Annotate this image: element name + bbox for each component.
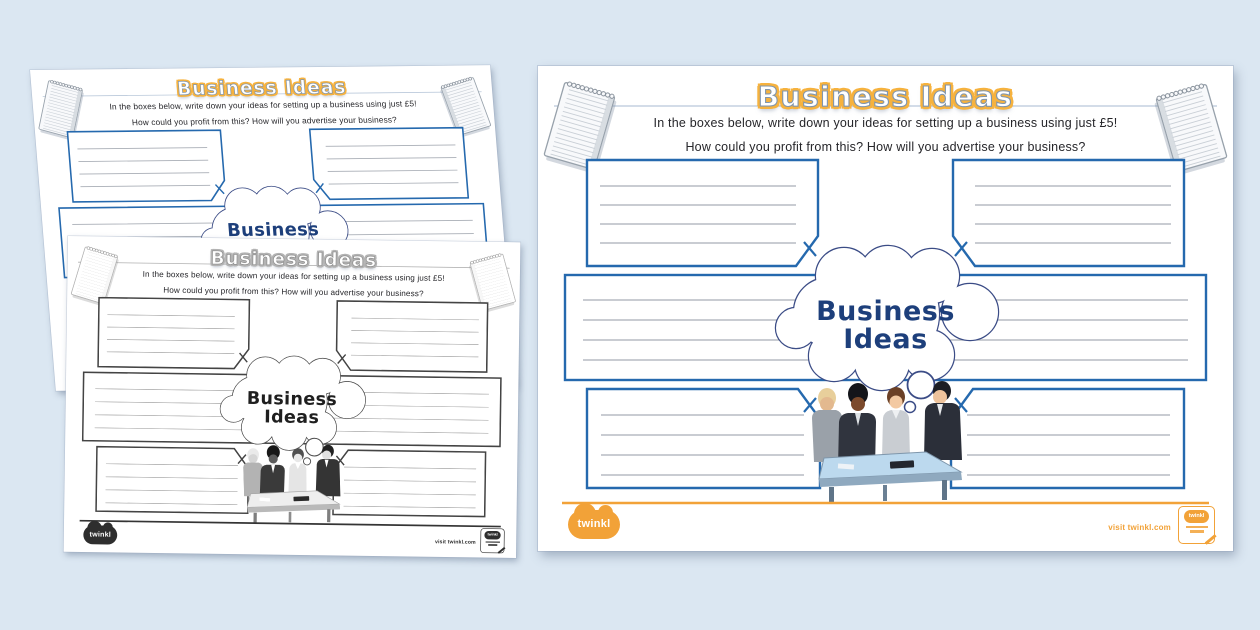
cloud-label-line2: Ideas xyxy=(538,326,1233,354)
worksheet-page-bw: Business Ideas In the boxes below, write… xyxy=(64,236,521,558)
twinkl-logo: twinkl xyxy=(83,525,117,544)
instruction-line-2: How could you profit from this? How will… xyxy=(538,140,1233,154)
sheet-main-right: Business Ideas In the boxes below, write… xyxy=(538,66,1233,551)
badge-text-bar xyxy=(488,544,497,546)
cloud-label: Business Ideas xyxy=(65,387,518,430)
visit-link: visit twinkl.com xyxy=(1108,523,1171,532)
badge-text-bar xyxy=(485,541,499,543)
twinkl-logo-text: twinkl xyxy=(578,518,611,530)
quality-badge: twinkl xyxy=(480,528,504,553)
badge-cloud-icon: twinkl xyxy=(484,531,500,540)
quality-badge: twinkl xyxy=(1178,506,1215,544)
badge-text-bar xyxy=(1186,526,1208,529)
visit-link: visit twinkl.com xyxy=(435,539,476,545)
badge-text-bar xyxy=(1190,530,1204,533)
worksheet-page: Business Ideas In the boxes below, write… xyxy=(538,66,1233,551)
twinkl-logo: twinkl xyxy=(568,510,620,539)
worksheet-title: Business Ideas xyxy=(538,80,1233,113)
twinkl-logo-text: twinkl xyxy=(90,531,112,539)
instruction-line-1: In the boxes below, write down your idea… xyxy=(538,116,1233,130)
sheet-front-left: Business Ideas In the boxes below, write… xyxy=(64,236,521,558)
cloud-label: Business Ideas xyxy=(538,298,1233,354)
badge-cloud-icon: twinkl xyxy=(1184,510,1209,523)
cloud-label-line1: Business xyxy=(538,298,1233,326)
